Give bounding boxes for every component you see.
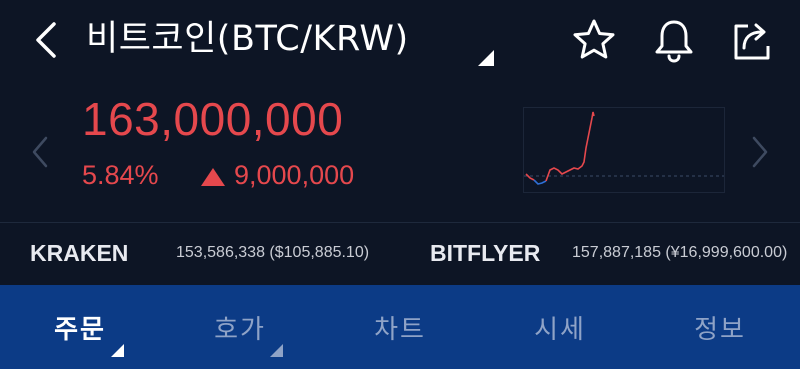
tab-label: 호가 xyxy=(214,315,266,345)
page-title-dropdown[interactable]: 비트코인(BTC/KRW) xyxy=(86,14,409,64)
tab-info[interactable]: 정보 xyxy=(640,285,800,369)
tab-bar: 주문 호가 차트 시세 정보 xyxy=(0,285,800,369)
tab-label: 주문 xyxy=(54,315,106,345)
bell-icon[interactable] xyxy=(650,16,698,64)
tab-label: 정보 xyxy=(694,315,746,345)
tab-market[interactable]: 시세 xyxy=(480,285,640,369)
current-price: 163,000,000 xyxy=(82,93,344,145)
dropdown-corner-icon xyxy=(111,342,124,357)
exchange-name-bitflyer: BITFLYER xyxy=(430,240,541,266)
dropdown-corner-icon xyxy=(270,342,283,357)
back-icon[interactable] xyxy=(28,18,68,62)
change-amount: 9,000,000 xyxy=(234,160,355,190)
dropdown-corner-icon xyxy=(478,50,494,66)
chevron-right-icon[interactable] xyxy=(748,132,772,172)
price-panel: 163,000,000 5.84% 9,000,000 xyxy=(0,80,800,222)
exchange-name-kraken: KRAKEN xyxy=(30,240,129,266)
tab-orderbook[interactable]: 호가 xyxy=(160,285,320,369)
star-icon[interactable] xyxy=(570,16,618,64)
tab-label: 차트 xyxy=(374,315,426,345)
chevron-left-icon[interactable] xyxy=(28,132,52,172)
change-rate: 5.84% xyxy=(82,160,159,190)
exchange-value-kraken: 153,586,338 ($105,885.10) xyxy=(176,244,370,261)
exchange-price-row: KRAKEN 153,586,338 ($105,885.10) BITFLYE… xyxy=(0,223,800,285)
page-title: 비트코인(BTC/KRW) xyxy=(86,19,409,59)
share-icon[interactable] xyxy=(728,16,776,64)
exchange-value-bitflyer: 157,887,185 (¥16,999,600.00) xyxy=(572,244,788,261)
app-header: 비트코인(BTC/KRW) xyxy=(0,0,800,80)
mini-price-chart[interactable] xyxy=(523,107,725,193)
up-triangle-icon xyxy=(200,167,226,187)
tab-chart[interactable]: 차트 xyxy=(320,285,480,369)
tab-label: 시세 xyxy=(534,315,586,345)
tab-order[interactable]: 주문 xyxy=(0,285,160,369)
